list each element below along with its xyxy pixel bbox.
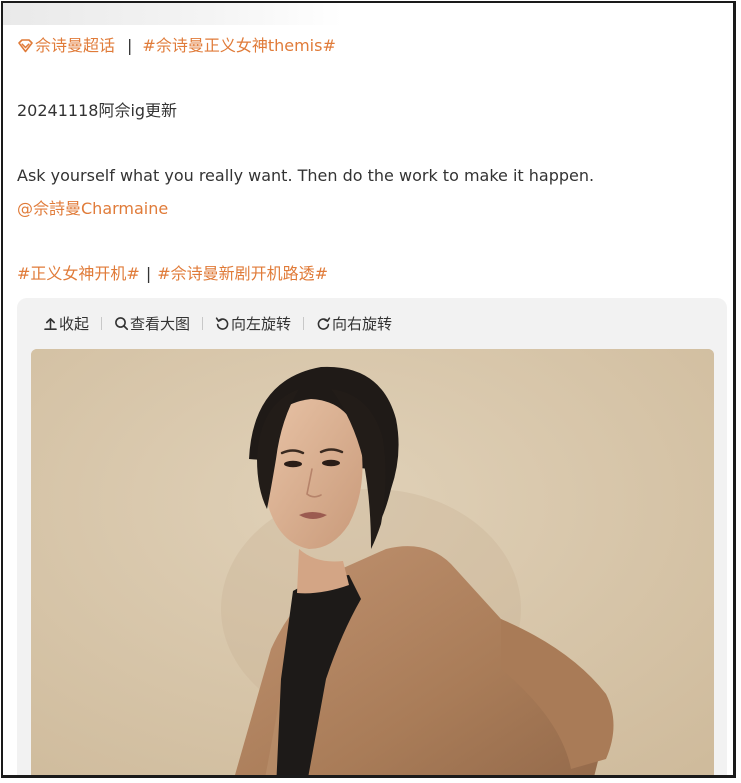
hashtag-line: #正义女神开机# | #佘诗曼新剧开机路透# [17,263,328,285]
portrait-photo [31,349,714,775]
date-line: 20241118阿佘ig更新 [17,101,178,120]
rotate-right-button[interactable]: 向右旋转 [316,313,392,334]
mention-link[interactable]: @佘詩曼Charmaine [17,199,168,218]
collapse-label: 收起 [59,314,90,333]
search-icon [114,316,129,331]
hashtag-link-1[interactable]: #正义女神开机# [17,264,140,283]
view-large-label: 查看大图 [130,314,191,333]
post-frame: 佘诗曼超话 | #佘诗曼正义女神themis# 20241118阿佘ig更新 Ask… [1,1,736,778]
toolbar-divider [303,316,305,330]
toolbar-divider [202,316,204,330]
topic-line: 佘诗曼超话 | #佘诗曼正义女神themis# [17,35,336,59]
rotate-right-label: 向右旋转 [332,314,393,333]
post-photo[interactable] [31,349,714,775]
collapse-icon [43,316,58,331]
diamond-topic-icon [17,37,35,59]
image-viewer: 收起 查看大图 向左旋转 向右旋转 [17,298,727,775]
rotate-left-icon [215,316,230,331]
collapse-button[interactable]: 收起 [43,313,89,334]
rotate-left-label: 向左旋转 [231,314,292,333]
mention-line: @佘詩曼Charmaine [17,198,168,220]
hashtag-separator: | [145,264,152,283]
top-fade [3,3,343,25]
hashtag-link-2[interactable]: #佘诗曼新剧开机路透# [157,264,328,283]
view-large-button[interactable]: 查看大图 [114,313,190,334]
super-topic-link[interactable]: 佘诗曼超话 [35,36,115,55]
topic-separator: | [127,36,133,55]
topic-tag-link[interactable]: #佘诗曼正义女神themis# [142,36,335,55]
rotate-right-icon [316,316,331,331]
quote-text: Ask yourself what you really want. Then … [17,166,595,185]
viewer-toolbar: 收起 查看大图 向左旋转 向右旋转 [43,308,392,338]
rotate-left-button[interactable]: 向左旋转 [215,313,291,334]
toolbar-divider [101,316,103,330]
